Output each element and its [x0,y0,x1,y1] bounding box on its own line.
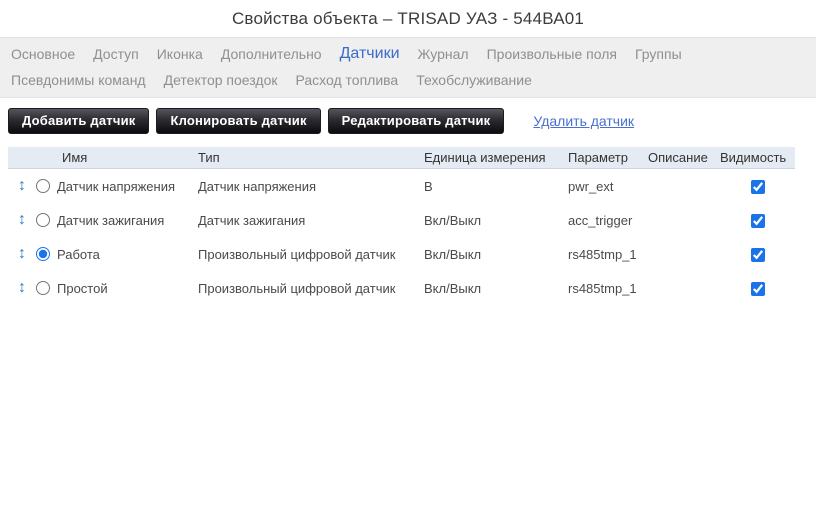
row-select-radio[interactable] [36,247,50,261]
drag-handle-icon[interactable]: ↕ [18,212,26,228]
edit-sensor-button[interactable]: Редактировать датчик [328,108,505,134]
tab-ikonka[interactable]: Иконка [157,41,203,67]
sensor-unit: В [424,179,568,194]
sensor-param: pwr_ext [568,179,648,194]
tab-detektor-poezdok[interactable]: Детектор поездок [164,67,278,93]
drag-handle-icon[interactable]: ↕ [18,280,26,296]
table-row: ↕ Датчик напряжения Датчик напряжения В … [8,169,795,203]
tab-zhurnal[interactable]: Журнал [418,41,469,67]
visibility-checkbox[interactable] [751,282,765,296]
col-header-type: Тип [198,150,424,165]
row-select-radio[interactable] [36,281,50,295]
row-select-radio[interactable] [36,179,50,193]
drag-handle-icon[interactable]: ↕ [18,178,26,194]
tab-datchiki[interactable]: Датчики [340,41,400,67]
sensor-type: Датчик напряжения [198,179,424,194]
visibility-checkbox[interactable] [751,248,765,262]
page-title: Свойства объекта – TRISAD УАЗ - 544ВА01 [0,0,816,29]
table-header-row: Имя Тип Единица измерения Параметр Описа… [8,147,795,169]
delete-sensor-link[interactable]: Удалить датчик [533,113,634,129]
drag-handle-icon[interactable]: ↕ [18,246,26,262]
sensor-type: Произвольный цифровой датчик [198,247,424,262]
col-header-unit: Единица измерения [424,150,568,165]
sensor-table-body: ↕ Датчик напряжения Датчик напряжения В … [8,169,795,305]
add-sensor-button[interactable]: Добавить датчик [8,108,149,134]
visibility-checkbox[interactable] [751,214,765,228]
tab-dostup[interactable]: Доступ [93,41,139,67]
col-header-description: Описание [648,150,720,165]
table-row: ↕ Простой Произвольный цифровой датчик В… [8,271,795,305]
tab-proizvolnye-polya[interactable]: Произвольные поля [487,41,617,67]
sensor-table: Имя Тип Единица измерения Параметр Описа… [8,147,795,305]
col-header-name: Имя [36,150,198,165]
table-row: ↕ Датчик зажигания Датчик зажигания Вкл/… [8,203,795,237]
sensor-toolbar: Добавить датчик Клонировать датчик Редак… [8,108,816,134]
sensor-unit: Вкл/Выкл [424,247,568,262]
sensor-name: Датчик зажигания [57,213,164,228]
sensor-unit: Вкл/Выкл [424,213,568,228]
col-header-param: Параметр [568,150,648,165]
sensor-name: Датчик напряжения [57,179,175,194]
sensor-name: Простой [57,281,108,296]
tab-tekhobsluzhivanie[interactable]: Техобслуживание [416,67,532,93]
tab-dopolnitelno[interactable]: Дополнительно [221,41,322,67]
row-select-radio[interactable] [36,213,50,227]
sensor-type: Произвольный цифровой датчик [198,281,424,296]
sensor-type: Датчик зажигания [198,213,424,228]
sensor-param: acc_trigger [568,213,648,228]
col-header-visibility: Видимость [720,150,795,165]
tab-osnovnoe[interactable]: Основное [11,41,75,67]
sensor-param: rs485tmp_1 [568,281,648,296]
sensor-name: Работа [57,247,100,262]
tab-gruppy[interactable]: Группы [635,41,682,67]
tab-row-1: Основное Доступ Иконка Дополнительно Датчики… [2,41,816,67]
tab-raskhod-topliva[interactable]: Расход топлива [295,67,398,93]
tab-row-2: Псевдонимы команд Детектор поездок Расход … [2,67,816,93]
tab-psevdonimy-komand[interactable]: Псевдонимы команд [11,67,146,93]
visibility-checkbox[interactable] [751,180,765,194]
sensor-param: rs485tmp_1 [568,247,648,262]
sensor-unit: Вкл/Выкл [424,281,568,296]
tab-bar: Основное Доступ Иконка Дополнительно Датчики… [0,37,816,98]
clone-sensor-button[interactable]: Клонировать датчик [156,108,320,134]
table-row: ↕ Работа Произвольный цифровой датчик Вк… [8,237,795,271]
